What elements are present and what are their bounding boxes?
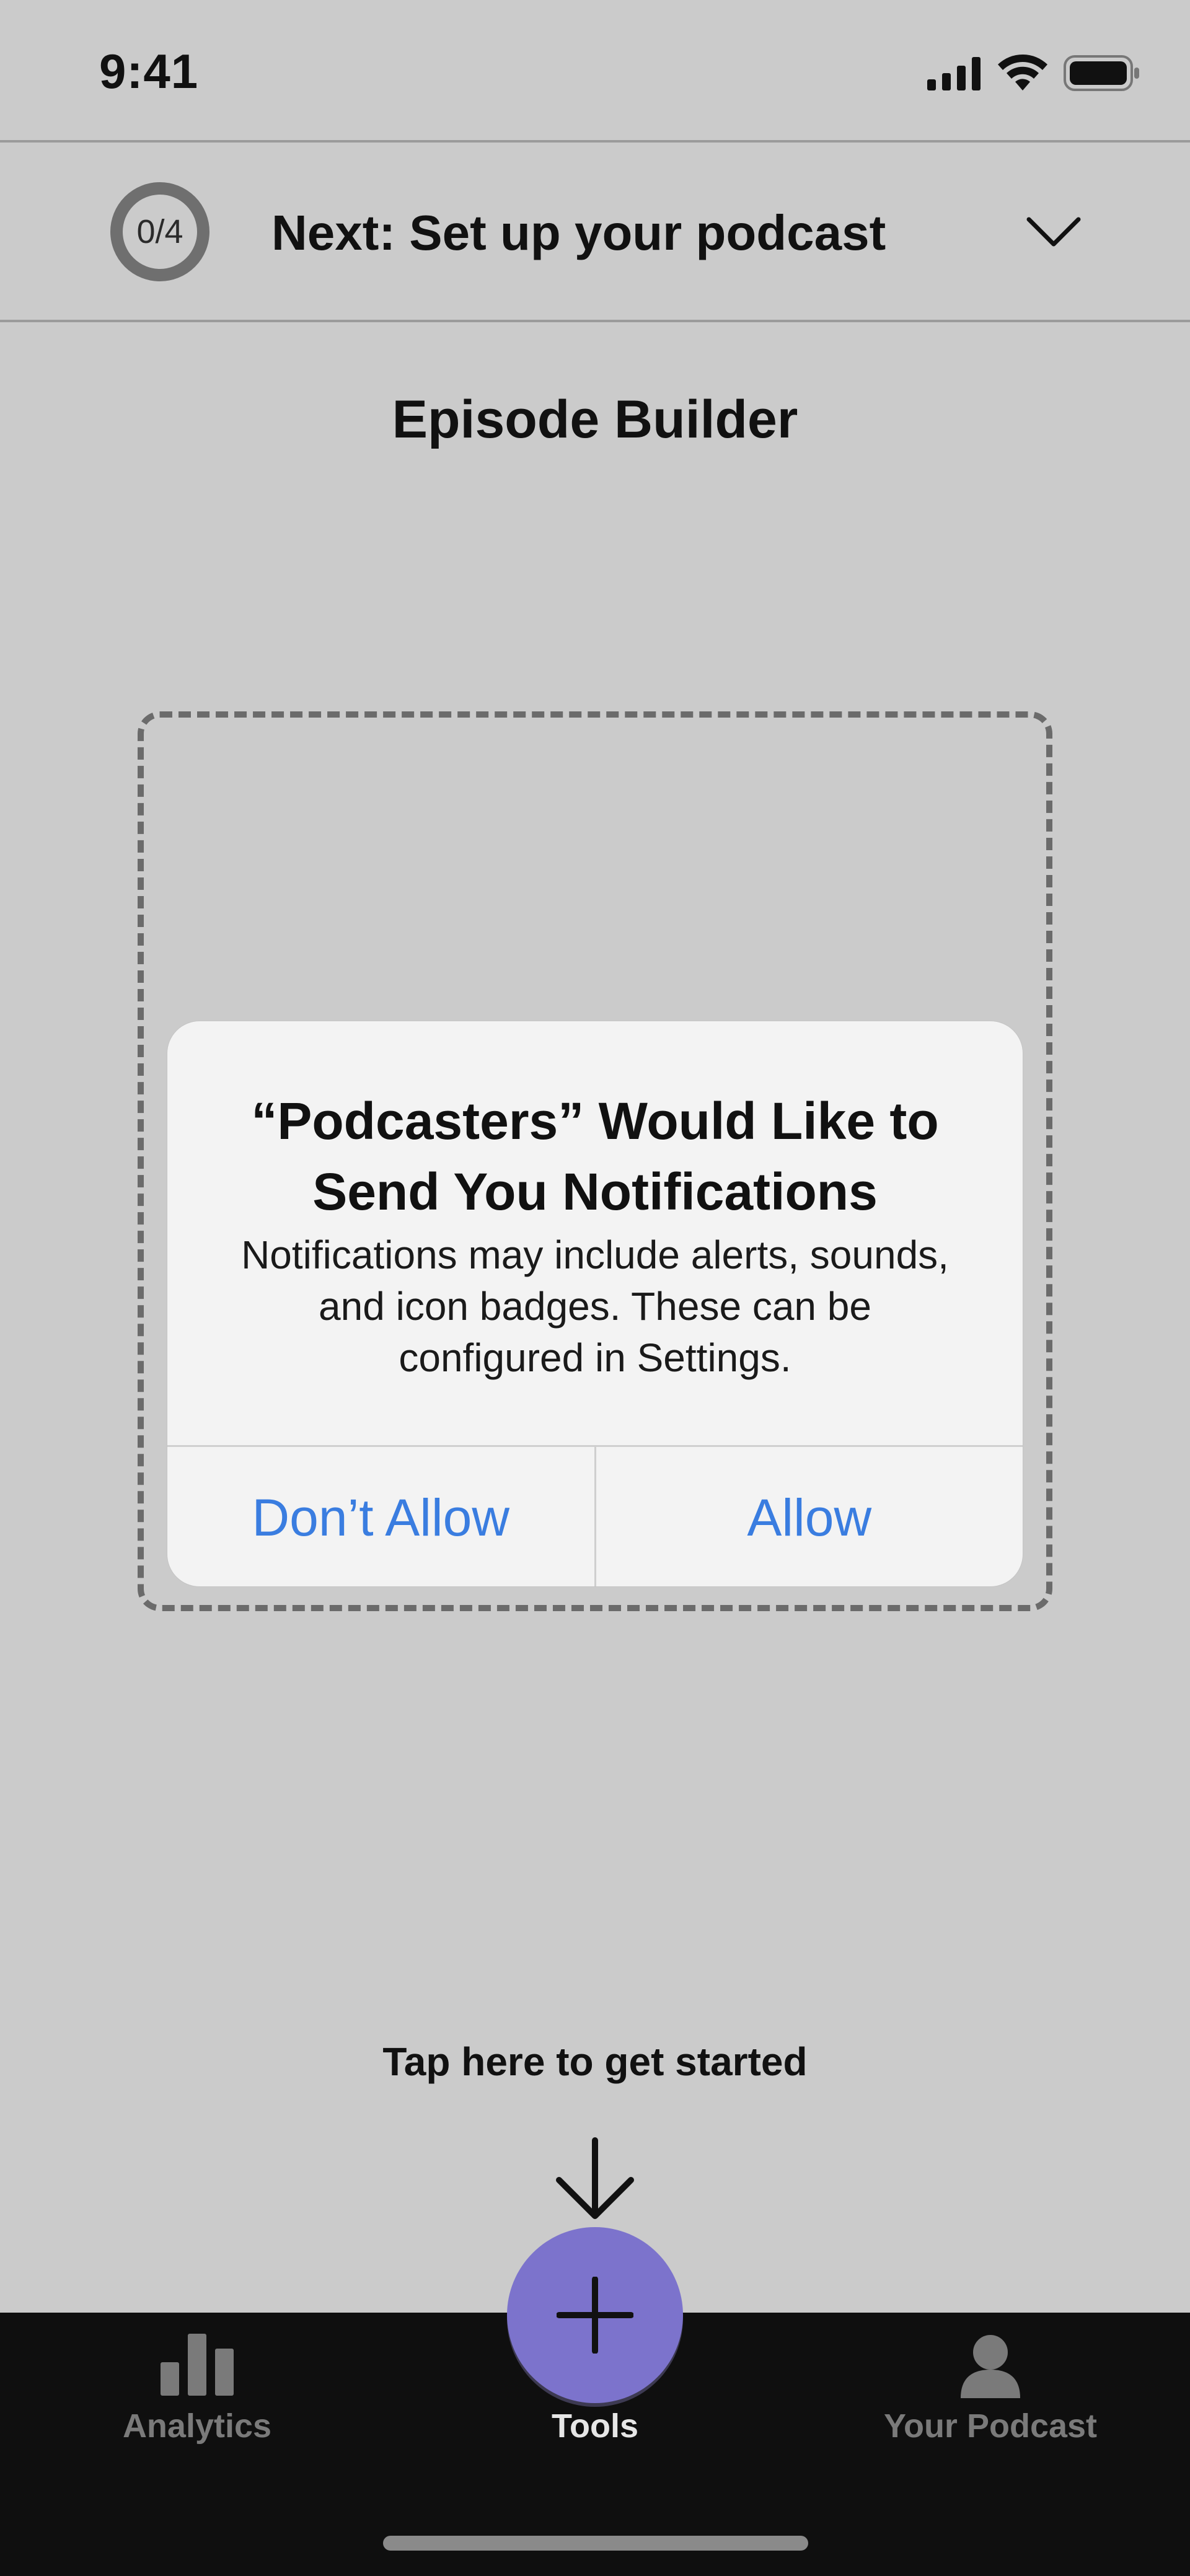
alert-title: “Podcasters” Would Like to Send You Noti…	[251, 1092, 939, 1221]
person-icon	[961, 2335, 1020, 2398]
onboarding-title: Next: Set up your podcast	[271, 205, 886, 260]
status-icons	[927, 53, 1140, 93]
page-title: Episode Builder	[392, 390, 798, 449]
tab-label-analytics: Analytics	[122, 2407, 272, 2445]
status-time: 9:41	[99, 44, 199, 99]
tab-your-podcast[interactable]: Your Podcast	[817, 2313, 1164, 2474]
wifi-icon	[998, 55, 1047, 90]
status-bar: 9:41	[0, 0, 1190, 141]
allow-button[interactable]: Allow	[594, 1447, 1023, 1586]
battery-icon	[1064, 55, 1139, 91]
header-divider-bottom	[0, 320, 1190, 322]
bar-chart-icon	[161, 2334, 234, 2396]
get-started-hint: Tap here to get started	[382, 2039, 808, 2084]
tab-label-tools: Tools	[552, 2407, 638, 2445]
arrow-down-icon	[556, 2137, 634, 2219]
tab-analytics[interactable]: Analytics	[24, 2313, 371, 2474]
alert-actions: Don’t Allow Allow	[167, 1445, 1023, 1586]
dont-allow-button[interactable]: Don’t Allow	[167, 1447, 594, 1586]
alert-message: Notifications may include alerts, sounds…	[241, 1233, 949, 1380]
onboarding-banner[interactable]: 0/4 Next: Set up your podcast	[0, 144, 1190, 320]
add-episode-button[interactable]	[507, 2227, 683, 2403]
header-divider-top	[0, 140, 1190, 143]
progress-indicator: 0/4	[110, 182, 209, 281]
chevron-down-icon[interactable]	[1024, 209, 1083, 253]
tab-label-your-podcast: Your Podcast	[883, 2407, 1098, 2445]
plus-icon	[557, 2277, 633, 2354]
signal-icon	[927, 57, 981, 90]
progress-count: 0/4	[136, 213, 183, 250]
home-indicator[interactable]	[383, 2536, 808, 2551]
notification-permission-alert: “Podcasters” Would Like to Send You Noti…	[167, 1021, 1023, 1586]
